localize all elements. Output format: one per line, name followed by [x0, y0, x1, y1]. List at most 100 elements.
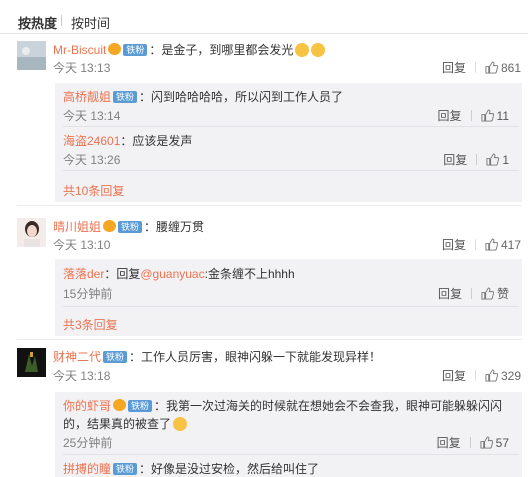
reply-item: 落落der：回复@guanyuac:金条缠不上hhhh 15分钟前 回复 赞: [63, 259, 519, 307]
divider: [63, 306, 519, 307]
username[interactable]: 晴川姐姐: [53, 220, 101, 234]
reply-time: 今天 13:26: [63, 153, 121, 167]
fan-badge: 铁粉: [118, 221, 143, 233]
comment-actions: 回复 417: [442, 236, 521, 253]
thumbs-up-icon: [485, 61, 498, 74]
like-label: 赞: [496, 287, 509, 301]
reply-item: 海盗24601：应该是发声 今天 13:26 回复 1: [63, 127, 519, 171]
sort-tabs: 按热度 按时间: [0, 0, 528, 34]
thumbs-up-icon: [485, 369, 498, 382]
fan-badge: 铁粉: [123, 44, 148, 56]
like-button[interactable]: 57: [480, 436, 509, 450]
reply-button[interactable]: 回复: [442, 369, 466, 383]
comment-item: Mr-Biscuit 铁粉 ：是金子，到哪里都会发光 今天 13:13 回复 861 …: [0, 34, 528, 206]
reply-line-continued: 的，结果真的被查了: [63, 415, 188, 432]
comment-text: ：是金子，到哪里都会发光: [149, 43, 294, 57]
reply-box: 高桥靓姐 铁粉 ：闪到哈哈哈哈，所以闪到工作人员了 今天 13:14 回复 11 海盗…: [55, 83, 522, 202]
reply-button[interactable]: 回复: [437, 436, 461, 450]
like-count: 417: [500, 238, 521, 252]
reply-line: 高桥靓姐 铁粉 ：闪到哈哈哈哈，所以闪到工作人员了: [63, 88, 343, 105]
username[interactable]: 落落der: [63, 267, 104, 281]
thumbs-up-icon: [486, 153, 500, 166]
comment-actions: 回复 329: [442, 367, 521, 384]
vip-badge-icon: [108, 43, 122, 55]
reply-item: 你的虾哥 铁粉 ：我第一次过海关的时候就在想她会不会查我，眼神可能躲躲闪闪 的，结果…: [63, 392, 519, 455]
username[interactable]: Mr-Biscuit: [53, 43, 106, 57]
divider: [474, 239, 476, 250]
reply-prefix: ：回复: [104, 267, 141, 281]
avatar[interactable]: [17, 218, 46, 247]
reply-box: 你的虾哥 铁粉 ：我第一次过海关的时候就在想她会不会查我，眼神可能躲躲闪闪 的，结果…: [55, 392, 522, 477]
reply-actions: 回复 1: [443, 151, 509, 168]
comment-item: 晴川姐姐 铁粉 ：腰缠万贯 今天 13:10 回复 417 落落der：回复@guan…: [0, 206, 528, 340]
reply-text: ：闪到哈哈哈哈，所以闪到工作人员了: [139, 90, 344, 104]
thumbs-up-icon: [480, 109, 494, 122]
divider: [469, 437, 471, 448]
divider: [63, 170, 519, 171]
username[interactable]: 高桥靓姐: [63, 90, 111, 104]
reply-text: ：我第一次过海关的时候就在想她会不会查我，眼神可能躲躲闪闪: [154, 399, 503, 413]
comment-line: 晴川姐姐 铁粉 ：腰缠万贯: [53, 218, 204, 235]
reply-button[interactable]: 回复: [438, 287, 462, 301]
like-button[interactable]: 赞: [481, 287, 509, 301]
reply-actions: 回复 11: [438, 107, 509, 124]
reply-button[interactable]: 回复: [442, 61, 466, 75]
fan-badge: 铁粉: [103, 351, 128, 363]
comment-text: ：腰缠万贯: [144, 220, 205, 234]
emoji-icon: [311, 43, 326, 57]
reply-actions: 回复 赞: [438, 285, 509, 302]
reply-box: 落落der：回复@guanyuac:金条缠不上hhhh 15分钟前 回复 赞 共3…: [55, 259, 522, 336]
like-button[interactable]: 861: [485, 61, 521, 75]
mention-link[interactable]: @guanyuac: [140, 267, 204, 281]
comment-line: 财神二代 铁粉 ：工作人员厉害，眼神闪躲一下就能发现异样！: [53, 348, 381, 365]
thumbs-up-icon: [485, 238, 498, 251]
reply-item: 拼搏的瞳 铁粉 ：好像是没过安检，然后给叫住了: [63, 455, 519, 477]
vip-badge-icon: [113, 399, 127, 411]
reply-text-continued: 的，结果真的被查了: [63, 417, 172, 431]
emoji-icon: [295, 43, 310, 57]
comment-line: Mr-Biscuit 铁粉 ：是金子，到哪里都会发光: [53, 41, 326, 58]
like-count: 861: [500, 61, 521, 75]
comment-text: ：工作人员厉害，眼神闪躲一下就能发现异样！: [129, 350, 382, 364]
like-button[interactable]: 1: [486, 153, 509, 167]
reply-line: 海盗24601：应该是发声: [63, 132, 192, 149]
username[interactable]: 拼搏的瞳: [63, 462, 111, 476]
username[interactable]: 你的虾哥: [63, 399, 111, 413]
fan-badge: 铁粉: [113, 91, 138, 103]
reply-button[interactable]: 回复: [443, 153, 467, 167]
like-button[interactable]: 417: [485, 238, 521, 252]
more-replies-link[interactable]: 共10条回复: [63, 182, 124, 199]
like-button[interactable]: 11: [480, 109, 509, 123]
vip-badge-icon: [103, 220, 117, 232]
tab-sort-by-time[interactable]: 按时间: [71, 13, 110, 32]
avatar[interactable]: [17, 41, 46, 70]
reply-item: 高桥靓姐 铁粉 ：闪到哈哈哈哈，所以闪到工作人员了 今天 13:14 回复 11: [63, 83, 519, 127]
more-replies-link[interactable]: 共3条回复: [63, 316, 118, 333]
emoji-icon: [173, 417, 188, 431]
divider: [474, 62, 476, 73]
thumbs-up-icon: [481, 287, 494, 300]
thumbs-up-icon: [480, 436, 493, 449]
comment-time: 今天 13:10: [53, 238, 111, 252]
fan-badge: 铁粉: [128, 400, 153, 412]
username[interactable]: 财神二代: [53, 350, 101, 364]
tab-sort-by-hot[interactable]: 按热度: [18, 13, 57, 32]
username[interactable]: 海盗24601: [63, 134, 120, 148]
reply-button[interactable]: 回复: [442, 238, 466, 252]
reply-button[interactable]: 回复: [438, 109, 462, 123]
like-button[interactable]: 329: [485, 369, 521, 383]
comment-time: 今天 13:18: [53, 369, 111, 383]
like-count: 329: [500, 369, 521, 383]
reply-line: 你的虾哥 铁粉 ：我第一次过海关的时候就在想她会不会查我，眼神可能躲躲闪闪: [63, 397, 502, 414]
divider: [470, 110, 472, 121]
reply-line: 落落der：回复@guanyuac:金条缠不上hhhh: [63, 265, 295, 282]
divider: [470, 288, 472, 299]
divider: [474, 370, 476, 381]
comment-item: 财神二代 铁粉 ：工作人员厉害，眼神闪躲一下就能发现异样！ 今天 13:18 回复 3…: [0, 340, 528, 477]
reply-time: 25分钟前: [63, 436, 113, 450]
comment-actions: 回复 861: [442, 59, 521, 76]
reply-actions: 回复 57: [437, 434, 509, 451]
reply-text: :金条缠不上hhhh: [204, 267, 295, 281]
like-count: 11: [496, 109, 509, 123]
avatar[interactable]: [17, 348, 46, 377]
